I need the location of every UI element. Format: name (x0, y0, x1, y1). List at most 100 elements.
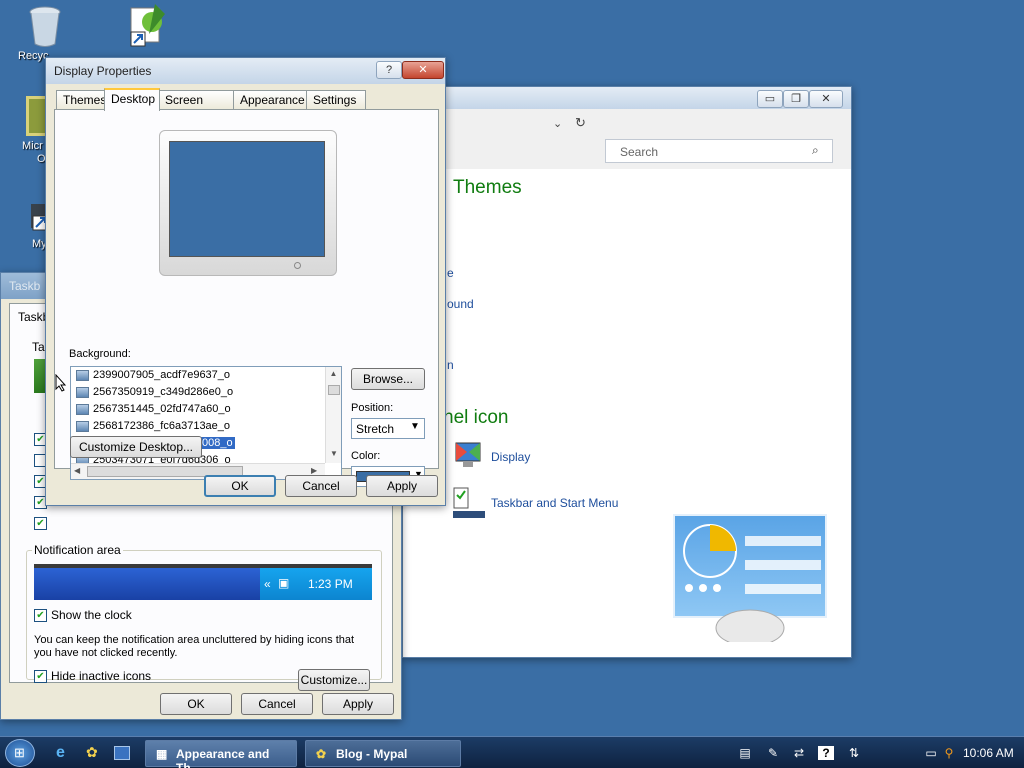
taskbar-start-menu-icon (453, 487, 485, 519)
taskbar: ⊞ e ✿ ▦ Appearance and Th... ✿ Blog - My… (0, 736, 1024, 768)
clock[interactable]: 10:06 AM (963, 746, 1014, 760)
pen-tray-icon[interactable]: ✎ (765, 746, 781, 760)
customize-desktop-button[interactable]: Customize Desktop... (70, 436, 202, 458)
scroll-up-icon[interactable]: ▲ (326, 367, 341, 378)
mouse-cursor-icon (55, 373, 67, 395)
desktop-tab-panel: Background: 2399007905_acdf7e9637_o 25673… (54, 109, 439, 487)
background-label: Background: (69, 348, 131, 360)
taskbar-ok-button[interactable]: OK (160, 693, 232, 715)
tab-themes[interactable]: Themes (56, 90, 106, 110)
task-blog-label: Blog - Mypal (336, 747, 408, 761)
maximize-button[interactable]: ❐ (783, 90, 809, 108)
cancel-button[interactable]: Cancel (285, 475, 357, 497)
windows-logo-icon: ⊞ (14, 745, 25, 760)
tab-screen-saver[interactable]: Screen Saver (158, 90, 235, 121)
show-clock-checkbox[interactable]: ✔ (34, 609, 47, 622)
tab-appearance[interactable]: Appearance (233, 90, 308, 110)
background-item-label: 2567350919_c349d286e0_o (93, 386, 234, 398)
network-tray-icon[interactable]: ⇄ (791, 746, 807, 760)
notification-description: You can keep the notification area unclu… (34, 634, 355, 659)
hide-inactive-label: Hide inactive icons (51, 669, 152, 683)
preview-time: 1:23 PM (308, 577, 353, 591)
tray-preview: « ▣ 1:23 PM (260, 568, 372, 600)
search-icon: ⌕ (812, 143, 819, 157)
taskbar-group-label: Ta (32, 340, 45, 354)
link-fragment-n[interactable]: n (447, 358, 454, 372)
refresh-icon[interactable]: ↻ (575, 115, 586, 131)
keyboard-tray-icon[interactable]: ▤ (737, 746, 753, 760)
sync-tray-icon[interactable]: ⇅ (846, 746, 862, 760)
taskbar-start-menu-link[interactable]: Taskbar and Start Menu (491, 496, 618, 510)
color-label: Color: (351, 450, 381, 462)
scroll-thumb[interactable] (328, 385, 340, 395)
task-appearance[interactable]: ▦ Appearance and Th... (145, 740, 297, 768)
monitor-screen (169, 141, 325, 257)
customize-icons-button[interactable]: Customize... (298, 669, 370, 691)
scroll-right-icon[interactable]: ▶ (311, 466, 317, 475)
background-item-label: 2568172386_fc6a3713ae_o (93, 420, 231, 432)
help-button[interactable]: ? (376, 61, 402, 79)
background-list-item[interactable]: 2568172386_fc6a3713ae_o (71, 418, 341, 435)
help-tray-icon[interactable]: ? (818, 746, 834, 760)
tab-desktop[interactable]: Desktop (104, 88, 160, 111)
taskbar-props-title: Taskb (9, 279, 41, 293)
start-button[interactable]: ⊞ (5, 739, 35, 767)
link-fragment-ound[interactable]: ound (447, 297, 474, 311)
shortcut-desktop-icon[interactable] (108, 4, 178, 47)
monitor-power-icon (294, 262, 301, 269)
option-checkbox-5[interactable]: ✔ (34, 517, 47, 530)
scroll-down-icon[interactable]: ▼ (326, 449, 341, 458)
frog-shortcut-icon (125, 4, 165, 47)
taskbar-apply-button[interactable]: Apply (322, 693, 394, 715)
tray-chevron-icon: « (264, 577, 271, 591)
background-list-item[interactable]: 2567350919_c349d286e0_o (71, 384, 341, 401)
search-input[interactable]: Search ⌕ (605, 139, 833, 163)
mypal-task-icon: ✿ (316, 747, 327, 761)
panel-icon-heading: nel icon (443, 407, 509, 428)
ie-quicklaunch-icon[interactable]: e (56, 744, 65, 762)
notification-preview: « ▣ 1:23 PM (34, 564, 372, 600)
hide-inactive-checkbox[interactable]: ✔ (34, 670, 47, 683)
task-blog-mypal[interactable]: ✿ Blog - Mypal (305, 740, 461, 767)
display-icon (453, 440, 483, 470)
image-file-icon (76, 404, 89, 415)
display-properties-window: Display Properties ? ✕ Themes Desktop Sc… (45, 57, 446, 506)
monitor-tray-icon[interactable]: ▭ (923, 746, 939, 760)
tray-network-icon: ▣ (278, 576, 290, 590)
link-fragment-e[interactable]: e (447, 266, 454, 280)
apply-button[interactable]: Apply (366, 475, 438, 497)
notification-area-label: Notification area (32, 543, 123, 557)
tab-settings[interactable]: Settings (306, 90, 366, 110)
close-button[interactable]: ✕ (809, 90, 843, 108)
chevron-down-icon: ▼ (410, 421, 420, 432)
ok-button[interactable]: OK (204, 475, 276, 497)
address-bar-area: ⌄ ↻ (403, 113, 851, 137)
themes-heading: Themes (453, 177, 522, 198)
task-appearance-label: Appearance and Th... (176, 747, 270, 768)
minimize-button[interactable]: ▭ (757, 90, 783, 108)
search-placeholder: Search (620, 145, 659, 159)
frog-quicklaunch-icon[interactable]: ✿ (86, 744, 98, 761)
control-panel-task-icon: ▦ (156, 747, 168, 761)
image-file-icon (76, 387, 89, 398)
address-dropdown-icon[interactable]: ⌄ (553, 117, 562, 130)
background-list[interactable]: 2399007905_acdf7e9637_o 2567350919_c349d2… (70, 366, 342, 480)
close-button[interactable]: ✕ (402, 61, 444, 79)
background-item-label: 2567351445_02fd747a60_o (93, 403, 231, 415)
monitor-preview (159, 130, 337, 276)
display-link[interactable]: Display (491, 450, 530, 464)
show-desktop-icon[interactable] (114, 746, 130, 760)
background-list-item[interactable]: 2399007905_acdf7e9637_o (71, 367, 341, 384)
background-item-label: 2399007905_acdf7e9637_o (93, 369, 231, 381)
browse-button[interactable]: Browse... (351, 368, 425, 390)
scroll-left-icon[interactable]: ◀ (74, 466, 80, 475)
control-panel-content: Themes e ound n nel icon Display Taskbar… (403, 169, 851, 657)
taskbar-cancel-button[interactable]: Cancel (241, 693, 313, 715)
search-tray-icon[interactable]: ⚲ (941, 746, 957, 760)
position-select[interactable]: Stretch ▼ (351, 418, 425, 439)
position-value: Stretch (356, 422, 395, 436)
background-list-item[interactable]: 2567351445_02fd747a60_o (71, 401, 341, 418)
position-label: Position: (351, 402, 394, 414)
recycle-bin-desktop-icon[interactable]: Recyc (10, 4, 80, 62)
vertical-scrollbar[interactable]: ▲ ▼ (325, 367, 341, 463)
